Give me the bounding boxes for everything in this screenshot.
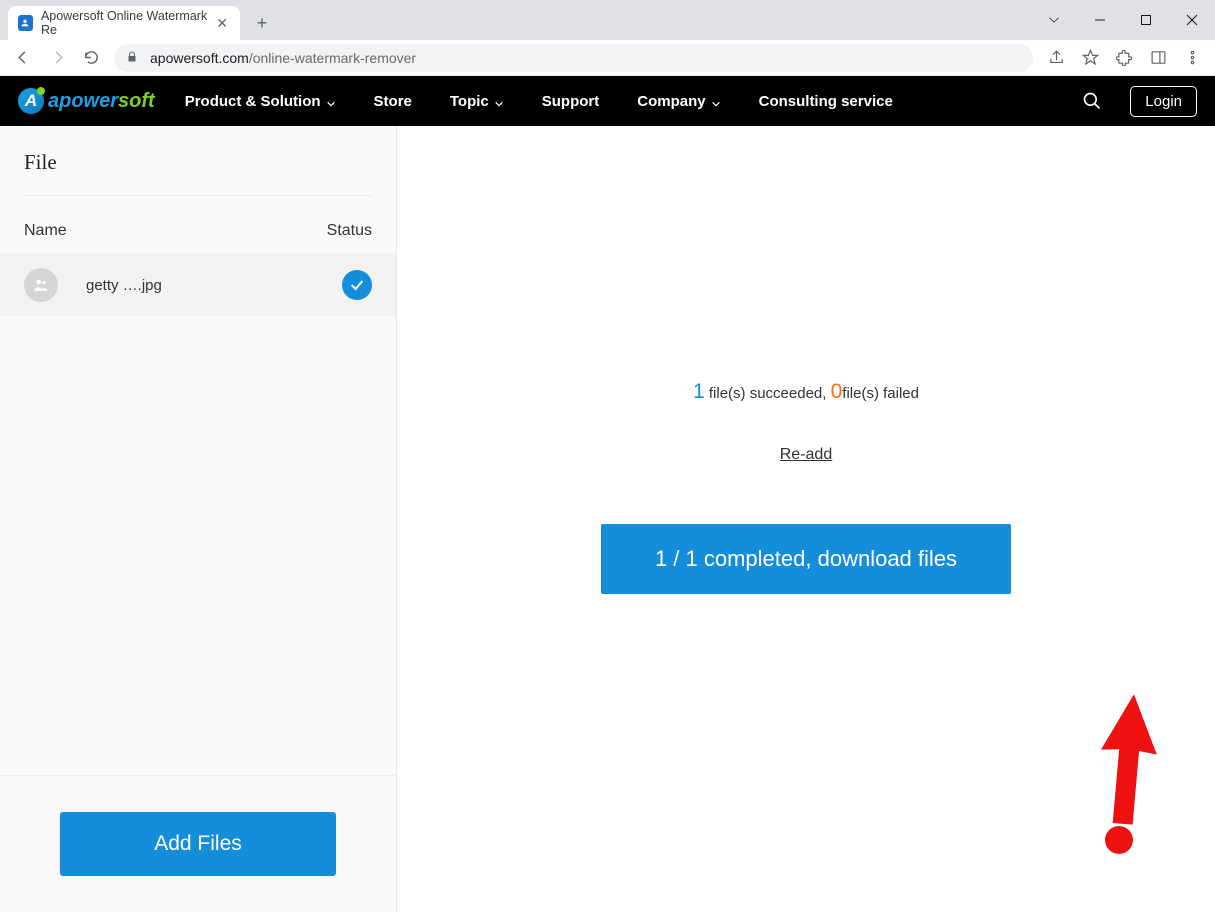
file-status (342, 270, 372, 300)
brand-name-a: apower (48, 90, 118, 113)
nav-support[interactable]: Support (542, 93, 600, 110)
nav-store[interactable]: Store (374, 93, 412, 110)
share-icon[interactable] (1039, 41, 1073, 75)
tab-favicon (18, 15, 33, 31)
sidepanel-icon[interactable] (1141, 41, 1175, 75)
file-avatar-icon (24, 268, 58, 302)
nav-company[interactable]: Company (637, 93, 720, 110)
omnibox[interactable]: apowersoft.com/online-watermark-remover (114, 44, 1033, 72)
nav-product[interactable]: Product & Solution (185, 93, 336, 110)
login-button[interactable]: Login (1130, 86, 1197, 117)
result-summary: 1 file(s) succeeded, 0file(s) failed (693, 380, 919, 404)
main-panel: 1 file(s) succeeded, 0file(s) failed Re-… (397, 126, 1215, 912)
site-header: A apowersoft Product & Solution Store To… (0, 76, 1215, 126)
re-add-link[interactable]: Re-add (780, 446, 832, 464)
window-maximize-icon[interactable] (1123, 0, 1169, 40)
tab-title: Apowersoft Online Watermark Re (41, 9, 214, 37)
download-button[interactable]: 1 / 1 completed, download files (601, 524, 1011, 594)
content-area: File Name Status getty ….jpg Add Files 1… (0, 126, 1215, 912)
chevron-down-icon (711, 96, 721, 106)
window-close-icon[interactable] (1169, 0, 1215, 40)
file-sidebar: File Name Status getty ….jpg Add Files (0, 126, 397, 912)
succeeded-label: file(s) succeeded, (705, 385, 831, 402)
add-files-button[interactable]: Add Files (60, 812, 336, 876)
sidebar-footer: Add Files (0, 775, 396, 912)
brand-mark-icon: A (18, 88, 44, 114)
window-controls (1031, 0, 1215, 40)
nav-consulting[interactable]: Consulting service (759, 93, 893, 110)
browser-address-bar: apowersoft.com/online-watermark-remover (0, 40, 1215, 76)
tab-close-icon[interactable]: ✕ (214, 15, 230, 32)
new-tab-button[interactable]: + (248, 9, 276, 37)
succeeded-count: 1 (693, 380, 705, 403)
sidebar-title: File (0, 126, 396, 195)
col-status: Status (327, 222, 372, 240)
chevron-down-icon (494, 96, 504, 106)
browser-menu-icon[interactable] (1175, 41, 1209, 75)
window-minimize-icon[interactable] (1077, 0, 1123, 40)
file-row[interactable]: getty ….jpg (0, 254, 396, 316)
nav-topic[interactable]: Topic (450, 93, 504, 110)
brand-logo[interactable]: A apowersoft (18, 88, 155, 114)
nav-reload-button[interactable] (74, 41, 108, 75)
failed-label: file(s) failed (842, 385, 919, 402)
check-circle-icon (342, 270, 372, 300)
file-columns-header: Name Status (0, 196, 396, 254)
url-path: /online-watermark-remover (249, 50, 416, 66)
browser-tab-strip: Apowersoft Online Watermark Re ✕ + (0, 0, 1215, 40)
star-icon[interactable] (1073, 41, 1107, 75)
annotation-arrow-icon (1097, 694, 1157, 869)
failed-count: 0 (831, 380, 843, 403)
url-domain: apowersoft.com (150, 50, 249, 66)
extensions-icon[interactable] (1107, 41, 1141, 75)
brand-name-b: soft (118, 90, 155, 113)
chevron-down-icon (326, 96, 336, 106)
nav-back-button[interactable] (6, 41, 40, 75)
search-icon[interactable] (1082, 91, 1102, 111)
window-caret-icon[interactable] (1031, 0, 1077, 40)
col-name: Name (24, 222, 67, 240)
lock-icon (126, 50, 140, 66)
file-name: getty ….jpg (86, 277, 162, 294)
browser-tab[interactable]: Apowersoft Online Watermark Re ✕ (8, 6, 240, 40)
nav-forward-button[interactable] (40, 41, 74, 75)
